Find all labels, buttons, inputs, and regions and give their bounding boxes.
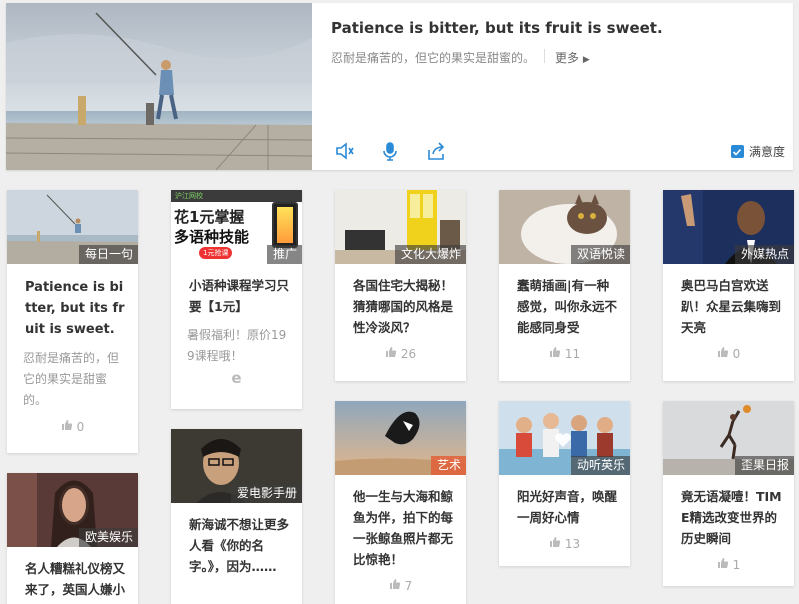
- category-tag: 推广: [266, 245, 302, 264]
- card-daily-sentence[interactable]: 每日一句 Patience is bitter, but its fruit i…: [7, 190, 138, 453]
- ad-banner: 沪江网校 花1元掌握 多语种技能 1元抢课 推广: [171, 190, 302, 264]
- category-tag: 欧美娱乐: [78, 528, 138, 547]
- card-description: 忍耐是痛苦的，但它的果实是甜蜜的。: [23, 351, 120, 407]
- card-title: 蠢萌插画|有一种感觉，叫你永远不能感同身受: [517, 278, 618, 335]
- card-culture[interactable]: 文化大爆炸 各国住宅大揭秘！猜猜哪国的风格是性冷淡风？ 26: [335, 190, 466, 381]
- category-tag: 每日一句: [78, 245, 138, 264]
- card-art[interactable]: 艺术 他一生与大海和鲸鱼为伴，拍下的每一张鲸鱼照片都无比惊艳！ 7: [335, 401, 466, 604]
- like-counter[interactable]: 0: [7, 411, 138, 434]
- like-count: 7: [404, 578, 413, 593]
- hero-chinese-translation: 忍耐是痛苦的，但它的果实是甜蜜的。: [331, 51, 536, 65]
- card-title: Patience is bitter, but its fruit is swe…: [25, 280, 125, 337]
- category-tag: 爱电影手册: [230, 484, 302, 503]
- thumbs-up-icon: [389, 578, 401, 593]
- card-title: 奥巴马白宫欢送趴！众星云集嗨到天亮: [681, 278, 782, 335]
- category-tag: 动听英乐: [570, 456, 630, 475]
- more-link[interactable]: 更多 ▶: [555, 49, 590, 66]
- category-tag: 艺术: [430, 456, 466, 475]
- category-tag: 文化大爆炸: [394, 245, 466, 264]
- card-title: 小语种课程学习只要【1元】: [189, 278, 290, 314]
- card-description: 暑假福利！原价199课程哦！: [187, 328, 287, 363]
- ad-headline-1: 花1元掌握: [174, 208, 245, 226]
- card-thumbnail: 双语悦读: [499, 190, 630, 264]
- card-promotion[interactable]: 沪江网校 花1元掌握 多语种技能 1元抢课 推广 小语种课程学习只要【1元】 暑…: [171, 190, 302, 409]
- like-count: 1: [732, 557, 741, 572]
- thumbs-up-icon: [549, 536, 561, 551]
- like-count: 26: [400, 346, 417, 361]
- card-title: 名人糟糕礼仪榜又来了，英国人嫌小: [25, 561, 126, 597]
- ad-headline-2: 多语种技能: [174, 228, 250, 246]
- category-tag: 歪果日报: [734, 456, 794, 475]
- share-icon[interactable]: [425, 140, 447, 162]
- like-counter[interactable]: 13: [499, 528, 630, 551]
- ad-brand-badge: 沪江网校: [171, 190, 302, 202]
- like-counter[interactable]: 1: [663, 549, 794, 572]
- category-tag: 外媒热点: [734, 245, 794, 264]
- like-count: 13: [564, 536, 581, 551]
- card-thumbnail: 文化大爆炸: [335, 190, 466, 264]
- card-title: 他一生与大海和鲸鱼为伴，拍下的每一张鲸鱼照片都无比惊艳！: [353, 489, 454, 567]
- like-count: 0: [76, 419, 85, 434]
- ad-e-icon: e: [231, 369, 242, 387]
- satisfaction-label: 满意度: [748, 145, 785, 159]
- card-music[interactable]: 动听英乐 阳光好声音，唤醒一周好心情 13: [499, 401, 630, 566]
- like-counter[interactable]: 0: [663, 338, 794, 361]
- card-thumbnail: 歪果日报: [663, 401, 794, 475]
- like-counter[interactable]: 26: [335, 338, 466, 361]
- ad-button: 1元抢课: [199, 247, 233, 259]
- card-thumbnail: 艺术: [335, 401, 466, 475]
- phone-image: [272, 202, 298, 248]
- card-title: 各国住宅大揭秘！猜猜哪国的风格是性冷淡风？: [353, 278, 454, 335]
- thumbs-up-icon: [61, 419, 73, 434]
- hero-divider: [544, 49, 545, 63]
- hero-image[interactable]: [6, 3, 312, 170]
- card-thumbnail: 爱电影手册: [171, 429, 302, 503]
- card-foreign-news[interactable]: 外媒热点 奥巴马白宫欢送趴！众星云集嗨到天亮 0: [663, 190, 794, 381]
- card-title: 竟无语凝噎！TIME精选改变世界的历史瞬间: [681, 489, 782, 546]
- category-tag: 双语悦读: [570, 245, 630, 264]
- card-bilingual[interactable]: 双语悦读 蠢萌插画|有一种感觉，叫你永远不能感同身受 11: [499, 190, 630, 381]
- like-counter[interactable]: 7: [335, 570, 466, 593]
- thumbs-up-icon: [385, 346, 397, 361]
- like-count: 11: [564, 346, 581, 361]
- like-count: 0: [732, 346, 741, 361]
- card-movie[interactable]: 爱电影手册 新海诚不想让更多人看《你的名字。》，因为……: [171, 429, 302, 604]
- card-thumbnail: 动听英乐: [499, 401, 630, 475]
- thumbs-up-icon: [549, 346, 561, 361]
- thumbs-up-icon: [717, 346, 729, 361]
- card-daily-news[interactable]: 歪果日报 竟无语凝噎！TIME精选改变世界的历史瞬间 1: [663, 401, 794, 586]
- hero-english-sentence: Patience is bitter, but its fruit is swe…: [331, 19, 663, 37]
- card-thumbnail: 外媒热点: [663, 190, 794, 264]
- microphone-icon[interactable]: [379, 140, 401, 162]
- card-western-ent[interactable]: 欧美娱乐 名人糟糕礼仪榜又来了，英国人嫌小: [7, 473, 138, 604]
- card-title: 新海诚不想让更多人看《你的名字。》，因为……: [189, 517, 290, 574]
- daily-sentence-hero: Patience is bitter, but its fruit is swe…: [6, 3, 793, 170]
- thumbs-up-icon: [717, 557, 729, 572]
- card-thumbnail: 欧美娱乐: [7, 473, 138, 547]
- card-title: 阳光好声音，唤醒一周好心情: [517, 489, 618, 525]
- like-counter[interactable]: 11: [499, 338, 630, 361]
- speaker-icon[interactable]: [334, 140, 356, 162]
- card-thumbnail: 每日一句: [7, 190, 138, 264]
- caret-right-icon: ▶: [582, 55, 590, 65]
- satisfaction-checkbox[interactable]: 满意度: [730, 143, 785, 160]
- checkbox-checked-icon: [730, 145, 744, 158]
